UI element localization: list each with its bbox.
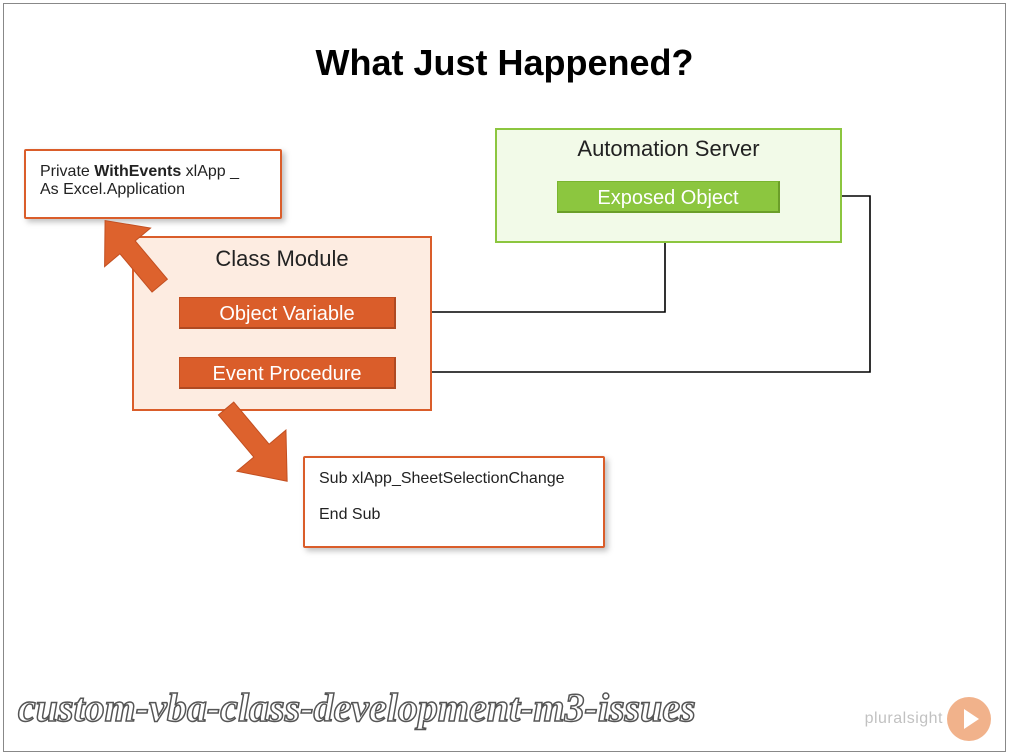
sub-callout: Sub xlApp_SheetSelectionChange End Sub	[303, 456, 605, 548]
object-variable-bar: Object Variable	[179, 297, 396, 329]
slide-title: What Just Happened?	[0, 42, 1009, 84]
callout-bottom-line1: Sub xlApp_SheetSelectionChange	[319, 470, 589, 488]
callout-bottom-line2: End Sub	[319, 506, 589, 524]
automation-server-title: Automation Server	[497, 136, 840, 162]
callout-top-keyword: WithEvents	[94, 163, 181, 180]
callout-top-suffix1: xlApp _	[181, 163, 239, 180]
watermark-text: custom-vba-class-development-m3-issues	[18, 684, 696, 731]
callout-top-line2: As Excel.Application	[40, 181, 266, 199]
play-icon	[947, 697, 991, 741]
callout-top-line1: Private WithEvents xlApp _	[40, 163, 266, 181]
arrow-up-left-icon	[74, 200, 194, 310]
pluralsight-logo: pluralsight	[865, 697, 991, 741]
automation-server-panel: Automation Server Exposed Object	[495, 128, 842, 243]
arrow-down-right-icon	[190, 388, 320, 498]
exposed-object-bar: Exposed Object	[557, 181, 780, 213]
pluralsight-text: pluralsight	[865, 710, 943, 728]
callout-top-prefix: Private	[40, 163, 94, 180]
event-procedure-bar: Event Procedure	[179, 357, 396, 389]
